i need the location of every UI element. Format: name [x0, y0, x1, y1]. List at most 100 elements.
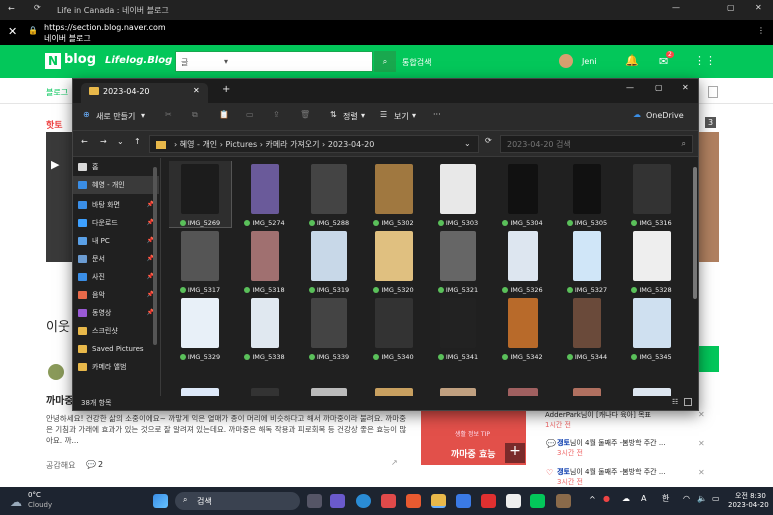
chevron-down-icon[interactable]: ▾ — [141, 111, 145, 120]
blog-logo[interactable]: blog — [64, 52, 96, 67]
sidebar-item[interactable]: 바탕 화면 📌 — [73, 196, 159, 214]
chevron-down-icon[interactable]: ▾ — [412, 111, 416, 120]
up-icon[interactable]: ↑ — [134, 137, 141, 146]
video-thumbnail[interactable]: ▶ — [46, 132, 72, 262]
teams-icon[interactable] — [330, 494, 345, 508]
notification-item[interactable]: AdderPark님이 [캐나다 육아] 목표 1시간 전 — [545, 410, 715, 430]
file-thumbnail[interactable] — [621, 362, 683, 399]
file-thumbnail[interactable] — [427, 362, 489, 399]
bell-icon[interactable]: 🔔 — [625, 54, 639, 67]
sidebar-item[interactable]: Saved Pictures — [73, 340, 159, 358]
file-thumbnail[interactable]: IMG_5319 — [298, 228, 360, 294]
ime-label[interactable]: 한 — [662, 493, 669, 504]
comment-icon[interactable]: 💬 — [86, 460, 96, 469]
file-thumbnail[interactable]: IMG_5305 — [556, 161, 618, 227]
file-thumbnail[interactable]: IMG_5327 — [556, 228, 618, 294]
explorer-search-input[interactable]: 2023-04-20 검색 ⌕ — [500, 135, 693, 153]
dismiss-icon[interactable]: ✕ — [698, 410, 705, 419]
tab-button[interactable] — [708, 86, 718, 98]
like-label[interactable]: 공감해요 — [46, 460, 75, 471]
side-thumbnail[interactable] — [699, 132, 719, 262]
sidebar-item[interactable]: 음악 📌 — [73, 286, 159, 304]
post-banner[interactable]: 생활 정보 TIP 까마중 효능 + — [421, 411, 526, 465]
file-thumbnail[interactable]: IMG_5304 — [492, 161, 554, 227]
file-thumbnail[interactable]: IMG_5338 — [234, 295, 296, 361]
chevron-down-icon[interactable]: ▾ — [361, 111, 365, 120]
taskbar-search[interactable]: ⌕ 검색 — [175, 492, 300, 510]
blog-home-link[interactable]: 블로그 — [46, 87, 68, 98]
file-thumbnail[interactable]: IMG_5317 — [169, 228, 231, 294]
search-scope[interactable]: 글 — [181, 57, 188, 68]
sort-button[interactable]: 정렬 — [343, 111, 358, 122]
view-button[interactable]: 보기 — [394, 111, 409, 122]
username[interactable]: Jeni — [582, 57, 597, 66]
tray-chevron-icon[interactable]: ^ — [589, 495, 596, 504]
naver-logo[interactable]: N — [45, 53, 61, 69]
start-icon[interactable] — [153, 494, 168, 508]
minimize-icon[interactable]: — — [672, 3, 680, 12]
file-thumbnail[interactable]: IMG_5320 — [363, 228, 425, 294]
sidebar-item[interactable]: 홈 — [73, 158, 159, 176]
thumbnail-view-icon[interactable] — [684, 398, 692, 406]
file-thumbnail[interactable]: IMG_5340 — [363, 295, 425, 361]
clock-date[interactable]: 2023-04-20 — [728, 501, 769, 509]
share-icon[interactable]: ↗ — [391, 458, 398, 467]
lifelog-logo[interactable]: Lifelog.Blog — [105, 55, 172, 66]
delete-icon[interactable]: 🗑 — [300, 110, 310, 119]
file-thumbnail[interactable]: IMG_5344 — [556, 295, 618, 361]
copy-icon[interactable]: ⧉ — [192, 110, 198, 120]
back-icon[interactable]: ← — [8, 4, 15, 13]
file-thumbnail[interactable]: IMG_5274 — [234, 161, 296, 227]
green-button[interactable] — [699, 346, 719, 372]
grid-scrollbar[interactable] — [693, 167, 697, 299]
breadcrumb-item[interactable]: 카메라 가져오기 — [265, 140, 319, 149]
integrated-search-button[interactable]: 통합검색 — [402, 57, 431, 68]
back-icon[interactable]: ← — [81, 137, 88, 146]
more-button[interactable]: ··· — [433, 110, 441, 119]
tray-app-icon[interactable]: ● — [603, 494, 610, 503]
onedrive-button[interactable]: OneDrive — [646, 111, 684, 120]
sidebar-item[interactable]: 내 PC 📌 — [73, 232, 159, 250]
post-title[interactable]: 까마중 — [46, 392, 74, 407]
url-text[interactable]: https://section.blog.naver.com — [44, 23, 166, 32]
close-icon[interactable]: ✕ — [8, 25, 17, 38]
wifi-icon[interactable]: ◠ — [683, 494, 690, 503]
file-thumbnail[interactable]: IMG_5345 — [621, 295, 683, 361]
file-thumbnail[interactable] — [556, 362, 618, 399]
app-icon[interactable] — [381, 494, 396, 508]
breadcrumb-item[interactable]: Pictures — [225, 140, 257, 149]
chevron-down-icon[interactable]: ⌄ — [464, 139, 471, 148]
reload-icon[interactable]: ⟳ — [34, 3, 41, 12]
play-icon[interactable]: ▶ — [51, 158, 59, 171]
file-thumbnail[interactable]: IMG_5326 — [492, 228, 554, 294]
file-thumbnail[interactable]: IMG_5329 — [169, 295, 231, 361]
minimize-icon[interactable]: — — [626, 83, 634, 92]
close-tab-icon[interactable]: ✕ — [193, 86, 200, 95]
file-thumbnail[interactable]: IMG_5269 — [169, 161, 232, 228]
file-thumbnail[interactable] — [363, 362, 425, 399]
post-excerpt[interactable]: 안녕하세요! 건강한 삶의 소중이에요~ 까맣게 익은 열매가 종이 머리에 비… — [46, 413, 408, 451]
file-thumbnail[interactable]: IMG_5316 — [621, 161, 683, 227]
maximize-icon[interactable]: ▢ — [727, 3, 735, 12]
game-icon[interactable] — [556, 494, 571, 508]
file-thumbnail[interactable]: IMG_5321 — [427, 228, 489, 294]
recent-icon[interactable]: ⌄ — [117, 137, 124, 146]
new-tab-icon[interactable]: + — [222, 84, 230, 95]
file-thumbnail[interactable]: IMG_5303 — [427, 161, 489, 227]
menu-icon[interactable]: ⋮ — [757, 26, 765, 35]
explorer-tab[interactable]: 2023-04-20 ✕ — [81, 83, 208, 103]
volume-icon[interactable]: 🔈 — [697, 494, 707, 503]
profile-icon[interactable] — [48, 364, 64, 380]
details-view-icon[interactable]: ☷ — [672, 398, 678, 406]
cut-icon[interactable]: ✂ — [165, 110, 172, 119]
close-icon[interactable]: ✕ — [682, 83, 689, 92]
weather-icon[interactable]: ☁ — [10, 495, 22, 509]
sidebar-item[interactable]: 다운로드 📌 — [73, 214, 159, 232]
maximize-icon[interactable]: ▢ — [655, 83, 663, 92]
file-thumbnail[interactable] — [169, 362, 231, 399]
dismiss-icon[interactable]: ✕ — [698, 468, 705, 477]
search-input[interactable]: 글 ▾ — [175, 51, 373, 72]
file-thumbnail[interactable]: IMG_5318 — [234, 228, 296, 294]
cloud-icon[interactable]: ☁ — [622, 494, 630, 503]
breadcrumb-item[interactable]: 2023-04-20 — [328, 140, 375, 149]
